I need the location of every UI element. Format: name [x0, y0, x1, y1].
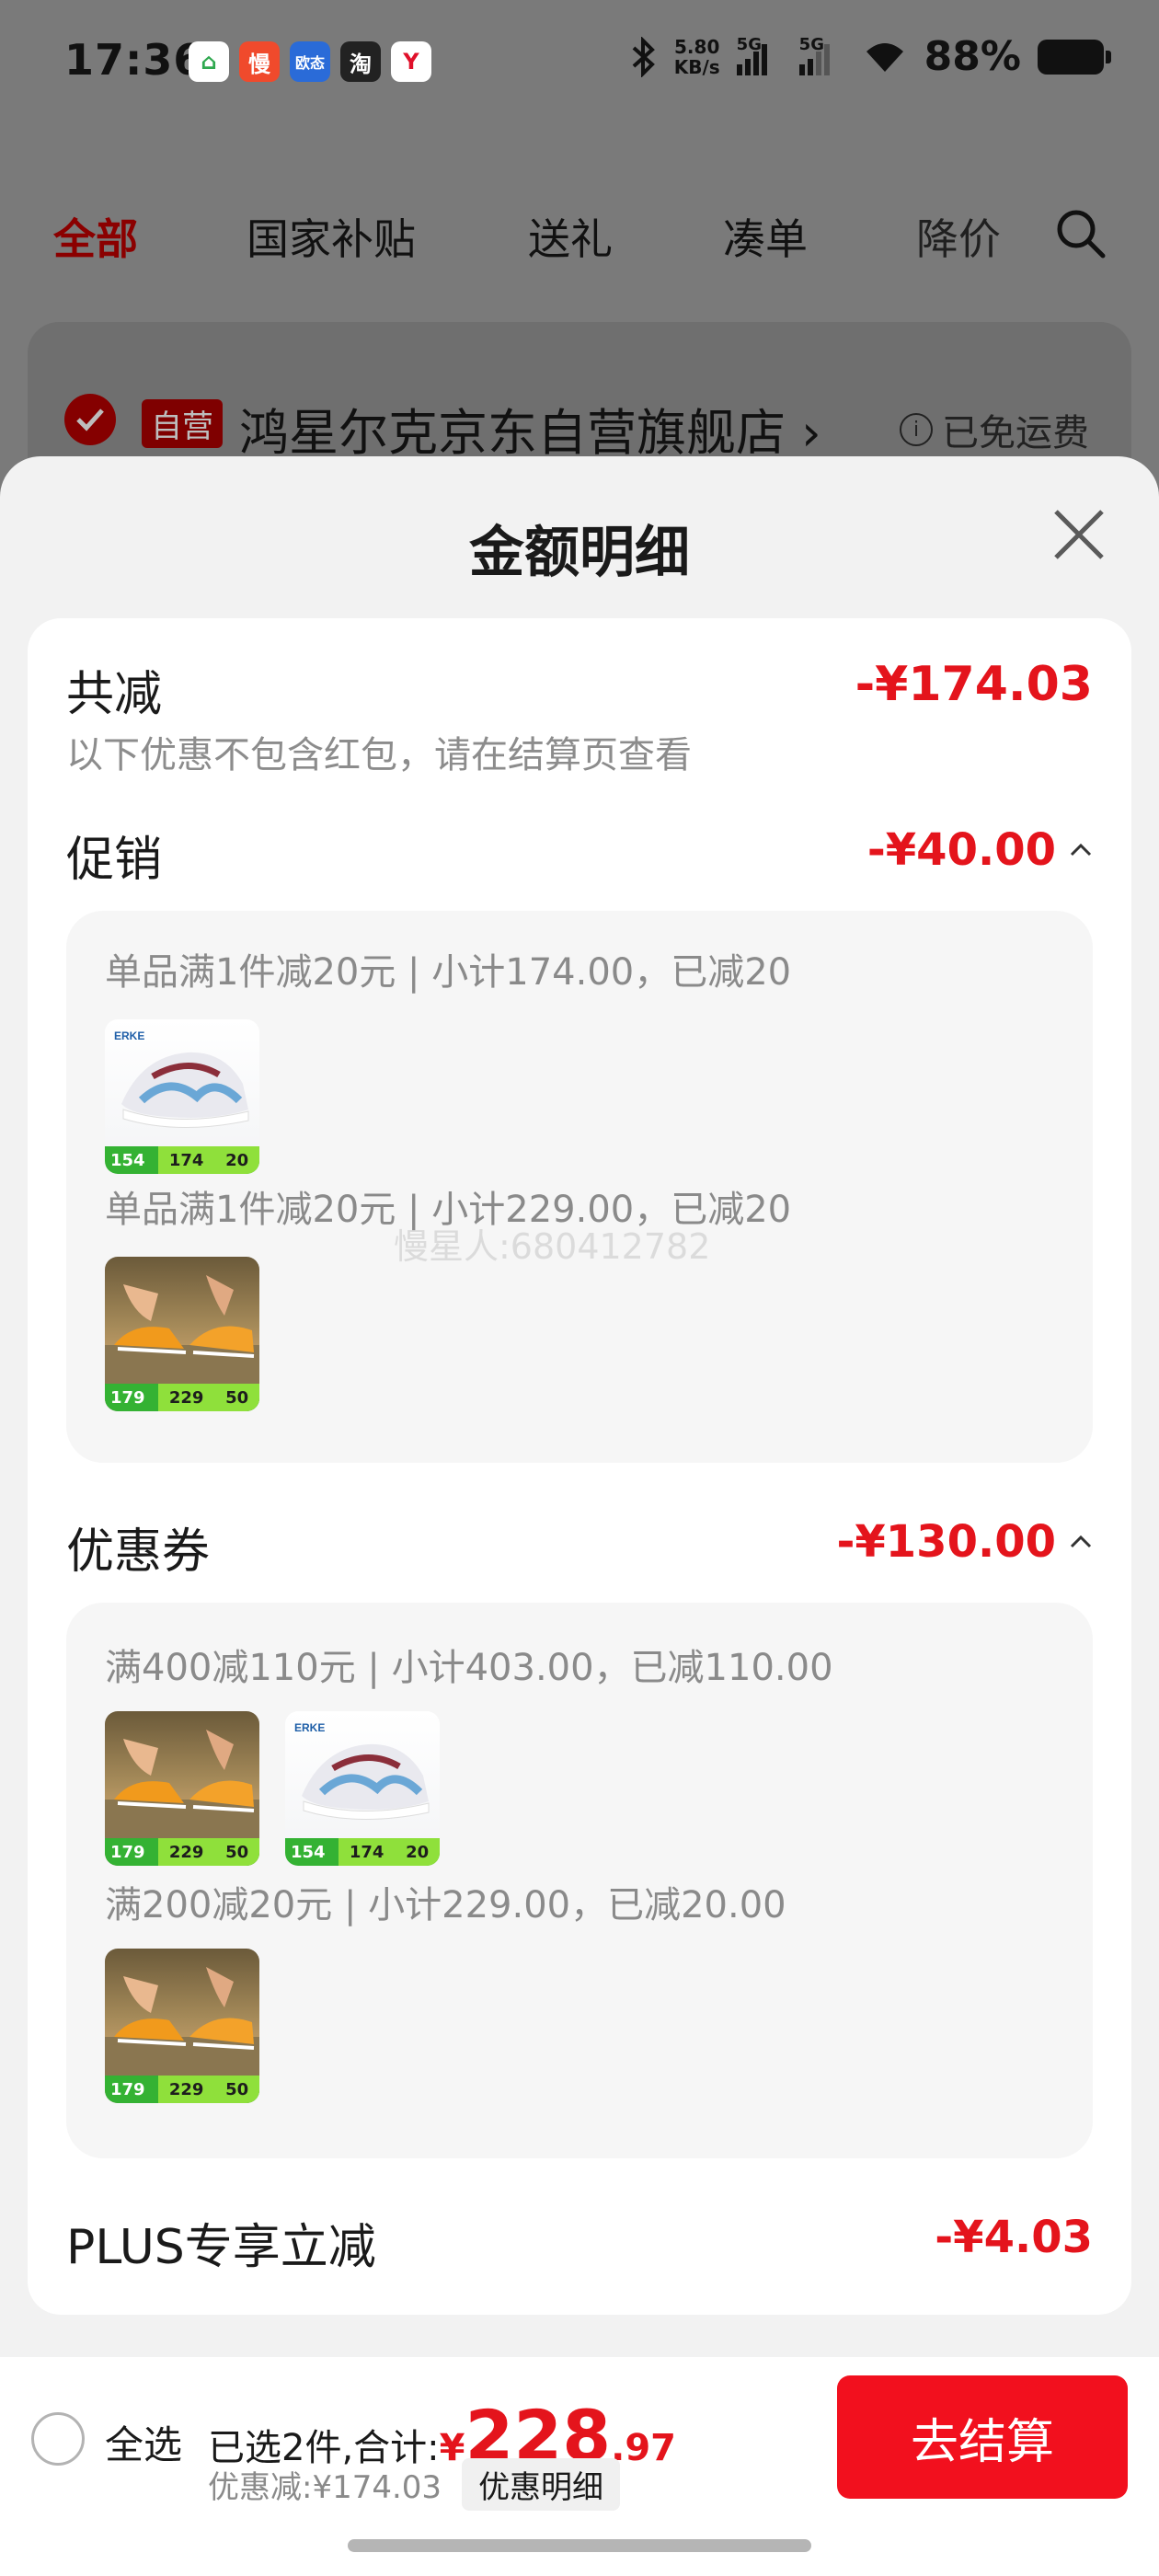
close-icon[interactable] — [1049, 504, 1109, 565]
category-tabs: 全部 国家补贴 送礼 凑单 降价 — [0, 193, 1159, 276]
taobao-app-icon: 淘 — [340, 41, 381, 82]
svg-text:ERKE: ERKE — [114, 1029, 144, 1042]
product-thumbnail[interactable]: ERKE 154 174 20 — [285, 1711, 440, 1866]
chevron-up-icon — [1070, 1535, 1092, 1548]
network-speed: 5.80 KB/s — [673, 35, 720, 78]
checkout-button[interactable]: 去结算 — [837, 2375, 1128, 2499]
tab-gift[interactable]: 送礼 — [528, 206, 613, 267]
price-tag: 179 229 50 — [105, 2076, 259, 2103]
bluetooth-icon — [632, 36, 655, 77]
coupon-label: 优惠券 — [66, 1524, 211, 1580]
oumai-app-icon: 欧态 — [290, 41, 330, 82]
product-thumbnail[interactable]: ERKE 154 174 20 — [105, 1019, 259, 1174]
red-y-app-icon: Y — [391, 41, 431, 82]
discount-detail-button[interactable]: 优惠明细 — [462, 2458, 621, 2511]
status-right: 5.80 KB/s 5G 5G 88% — [630, 33, 1111, 80]
status-time: 17:36 — [64, 35, 204, 85]
user-watermark: 慢星人:680412782 — [394, 1226, 711, 1267]
price-tag: 154 174 20 — [105, 1146, 259, 1174]
coupon-toggle[interactable]: -¥130.00 — [836, 1516, 1093, 1568]
battery-percent: 88% — [924, 33, 1021, 80]
running-shoe-image — [105, 1275, 259, 1384]
svg-text:ERKE: ERKE — [294, 1721, 325, 1734]
product-thumbnail[interactable]: 179 229 50 — [105, 1949, 259, 2103]
home-indicator[interactable] — [348, 2539, 811, 2552]
tab-price-drop[interactable]: 降价 — [916, 206, 1001, 267]
signal-5g-icon: 5G — [736, 35, 783, 75]
coupon-rule-2: 满200减20元 | 小计229.00，已减20.00 — [105, 1884, 786, 1926]
tab-all[interactable]: 全部 — [53, 206, 138, 267]
status-bar: 17:36 ⌂ 慢欧态淘 Y 5.80 KB/s 5G 5G 88% — [0, 0, 1159, 129]
price-tag: 179 229 50 — [105, 1384, 259, 1411]
search-icon[interactable] — [1053, 206, 1108, 261]
wifi-icon — [866, 42, 903, 72]
promotion-group: 单品满1件减20元 | 小计174.00，已减20 ERKE 154 174 20 … — [66, 911, 1093, 1463]
price-tag: 179 229 50 — [105, 1838, 259, 1866]
shipping-status: i 已免运费 — [900, 403, 1089, 456]
promotion-toggle[interactable]: -¥40.00 — [867, 824, 1093, 876]
price-tag: 154 174 20 — [285, 1838, 440, 1866]
promotion-label: 促销 — [66, 833, 163, 888]
promotion-rule-1: 单品满1件减20元 | 小计174.00，已减20 — [105, 951, 792, 994]
signal-5g-icon-2: 5G — [798, 35, 845, 75]
total-reduce-note: 以下优惠不包含红包，请在结算页查看 — [66, 734, 692, 776]
product-thumbnail[interactable]: 179 229 50 — [105, 1257, 259, 1411]
total-reduce-amount: -¥174.03 — [855, 657, 1093, 712]
coupon-rule-1: 满400减110元 | 小计403.00，已减110.00 — [105, 1647, 833, 1689]
discount-text: 优惠减:¥174.03 — [208, 2469, 442, 2506]
shop-checkbox[interactable] — [64, 394, 116, 445]
info-icon[interactable]: i — [900, 413, 933, 446]
man-app-icon: 慢 — [239, 41, 280, 82]
amount-detail-sheet: 金额明细 共减 -¥174.03 以下优惠不包含红包，请在结算页查看 促销 -¥… — [0, 456, 1159, 2576]
notification-app-icons: ⌂ 慢欧态淘 Y — [189, 41, 431, 82]
home-app-icon: ⌂ — [189, 41, 229, 82]
product-thumbnail[interactable]: 179 229 50 — [105, 1711, 259, 1866]
chevron-up-icon — [1070, 843, 1092, 857]
discount-panel: 共减 -¥174.03 以下优惠不包含红包，请在结算页查看 促销 -¥40.00… — [28, 618, 1131, 2315]
running-shoe-image — [105, 1730, 259, 1838]
tab-national-subsidy[interactable]: 国家补贴 — [247, 206, 416, 267]
select-all-label[interactable]: 全选 — [105, 2414, 182, 2470]
check-icon — [76, 408, 104, 431]
white-sneaker-image: ERKE — [114, 1029, 249, 1128]
tab-bundle[interactable]: 凑单 — [723, 206, 808, 267]
promotion-amount: -¥40.00 — [866, 824, 1056, 876]
sheet-title: 金额明细 — [469, 521, 690, 585]
white-sneaker-image: ERKE — [294, 1721, 430, 1820]
plus-discount-label: PLUS专享立减 — [66, 2220, 376, 2275]
discount-summary: 优惠减:¥174.03 优惠明细 — [208, 2458, 621, 2511]
coupon-amount: -¥130.00 — [836, 1516, 1056, 1568]
running-shoe-image — [105, 1967, 259, 2076]
coupon-group: 满400减110元 | 小计403.00，已减110.00 179 229 50 E… — [66, 1603, 1093, 2158]
shop-name-link[interactable]: 鸿星尔克京东自营旗舰店 › — [239, 392, 821, 465]
battery-icon — [1038, 39, 1111, 75]
select-all-checkbox[interactable] — [31, 2412, 85, 2466]
plus-discount-amount: -¥4.03 — [935, 2212, 1093, 2263]
self-operated-badge: 自营 — [142, 399, 223, 448]
total-reduce-label: 共减 — [66, 667, 163, 722]
